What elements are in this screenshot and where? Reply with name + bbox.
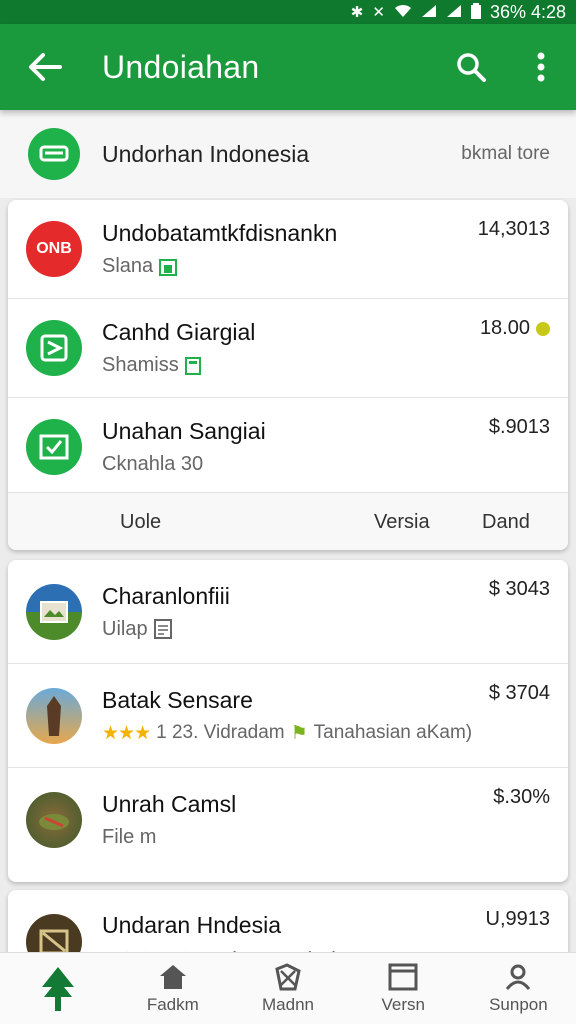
results-card: Charanlonfiii Uilap $ 3043 Batak Sensare… [8, 560, 568, 882]
list-item[interactable]: Batak Sensare ★★★ 1 23. Vidradam ⚑ Tanah… [8, 664, 568, 768]
item-price: $ 3043 [488, 578, 550, 600]
item-subtitle: 1 23. Vidradam [156, 722, 285, 743]
window-icon [388, 963, 418, 990]
results-card: ONB Undobatamtkfdisnankn Slana 14,3013 C… [8, 200, 568, 550]
tree-icon [41, 966, 74, 1011]
battery-icon [470, 2, 481, 22]
item-subtitle: Cknahla 30 [102, 453, 204, 475]
item-price: $ 3704 [488, 682, 550, 704]
list-item[interactable]: ONB Undobatamtkfdisnankn Slana 14,3013 [8, 200, 568, 299]
signal-icon [421, 4, 437, 21]
search-icon [457, 53, 486, 82]
signal-icon [446, 4, 462, 21]
statue-photo-icon [26, 687, 82, 744]
tab-uole[interactable]: Uole [120, 511, 161, 534]
bluetooth-icon: ✱ [350, 3, 364, 21]
coin-icon [536, 321, 550, 336]
app-logo-icon [26, 320, 82, 376]
tab-versia[interactable]: Versia [374, 511, 430, 534]
section-action-text[interactable]: bkmal tore [461, 143, 550, 165]
arrow-left-icon [29, 53, 62, 81]
tab-dand[interactable]: Dand [482, 511, 530, 534]
list-item[interactable]: Unrah Camsl File m $.30% [8, 768, 568, 872]
item-price: $.9013 [488, 416, 550, 438]
item-subtitle: Shamiss [102, 354, 179, 376]
item-subtitle: File m [102, 826, 157, 848]
item-price: 18.00 [480, 317, 550, 340]
status-bar: ✱ ✕ 36% 4:28 [0, 0, 576, 24]
item-subtitle: Uilap [102, 617, 148, 640]
pin-icon: ⚑ [290, 722, 308, 744]
status-text: 36% 4:28 [489, 1, 566, 22]
puzzle-icon [275, 962, 301, 990]
item-subtitle-extra: Tanahasian aKam) [313, 722, 473, 743]
store-icon [159, 258, 178, 276]
app-bar: Undoiahan [0, 24, 576, 110]
list-item[interactable]: Canhd Giargial Shamiss 18.00 [8, 299, 568, 398]
mask-icon [28, 128, 80, 180]
card-tab-strip: Uole Versia Dand [8, 492, 568, 550]
nav-item-sunpon[interactable]: Sunpon [461, 953, 576, 1024]
nav-item-fadkm[interactable]: Fadkm [115, 953, 230, 1024]
section-title: Undorhan Indonesia [102, 140, 310, 167]
mute-icon: ✕ [372, 3, 385, 21]
back-button[interactable] [0, 24, 90, 110]
rating-stars: ★★★ [102, 722, 151, 744]
wifi-icon [394, 4, 412, 21]
item-price: 14,3013 [477, 218, 550, 240]
nav-item-home-tree[interactable] [0, 953, 115, 1024]
person-icon [506, 964, 531, 990]
document-icon [153, 619, 172, 639]
list-item[interactable]: Unahan Sangiai Cknahla 30 $.9013 [8, 398, 568, 497]
page-title: Undoiahan [102, 48, 260, 85]
calculator-icon [184, 356, 201, 375]
section-header[interactable]: Undorhan Indonesia bkmal tore [0, 110, 576, 198]
list-item[interactable]: Charanlonfiii Uilap $ 3043 [8, 560, 568, 664]
home-icon [159, 964, 186, 989]
more-vert-icon [537, 52, 545, 82]
landscape-icon [26, 583, 82, 640]
item-subtitle: Slana [102, 255, 154, 277]
calendar-check-icon [26, 419, 82, 475]
item-price: U,9913 [485, 908, 551, 930]
item-price: $.30% [493, 786, 550, 808]
overflow-menu-button[interactable] [506, 24, 576, 110]
search-button[interactable] [436, 24, 506, 110]
brand-logo-icon: ONB [26, 221, 82, 277]
food-photo-icon [26, 792, 82, 848]
bottom-navigation: Fadkm Madnn Versn Sunpon [0, 952, 576, 1024]
nav-item-madnn[interactable]: Madnn [230, 953, 345, 1024]
nav-item-versn[interactable]: Versn [346, 953, 461, 1024]
